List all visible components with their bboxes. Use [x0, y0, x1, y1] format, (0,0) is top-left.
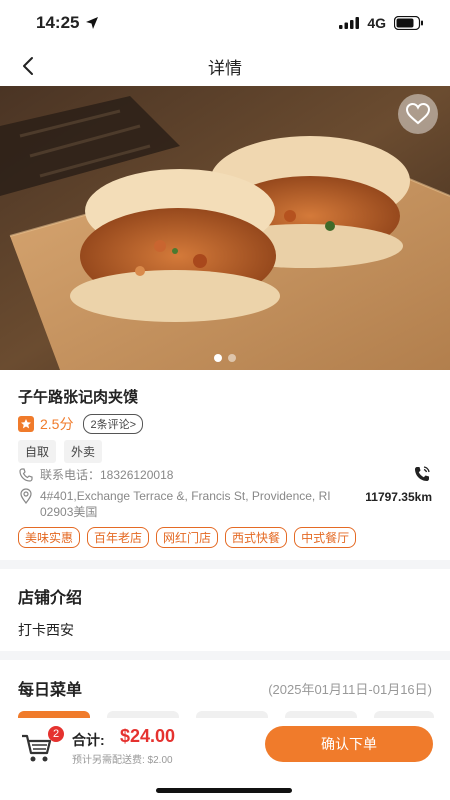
section-divider [0, 560, 450, 569]
status-time: 14:25 [36, 13, 80, 32]
address-text: 4#401,Exchange Terrace &, Francis St, Pr… [40, 489, 331, 519]
menu-date-range: (2025年01月11日-01月16日) [268, 682, 432, 697]
star-icon [18, 416, 34, 432]
carousel-dot [228, 354, 236, 362]
rating-row: 2.5分 2条评论> [18, 414, 144, 434]
carousel-dot [214, 354, 222, 362]
phone-text: 联系电话：18326120018 [40, 468, 174, 482]
intro-title: 店铺介绍 [18, 590, 83, 607]
status-indicators: 4G [339, 15, 424, 31]
location-pin-icon [20, 488, 32, 504]
shop-tag: 美味实惠 [18, 527, 81, 548]
cart-button[interactable]: 2 [20, 726, 64, 764]
checkout-bar: 2 合计: $24.00 预计另需配送费: $2.00 确认下单 [0, 718, 450, 800]
battery-icon [394, 16, 423, 30]
signal-icon [339, 17, 360, 29]
carousel-indicator [0, 354, 450, 362]
shop-name: 子午路张记肉夹馍 [18, 389, 139, 406]
distance: 11797.35km [365, 490, 432, 504]
shop-info: 子午路张记肉夹馍 2.5分 2条评论> 自取 外卖 联系电话：183261200… [0, 370, 450, 560]
hero-carousel[interactable] [0, 86, 450, 370]
call-icon[interactable] [412, 464, 432, 484]
section-divider [0, 651, 450, 660]
favorite-button[interactable] [398, 94, 438, 134]
chevron-left-icon [23, 57, 33, 75]
shop-tag: 百年老店 [87, 527, 150, 548]
heart-icon [405, 102, 431, 125]
confirm-order-button[interactable]: 确认下单 [265, 726, 433, 762]
delivery-fee-note: 预计另需配送费: $2.00 [72, 755, 173, 766]
phone-icon [19, 467, 33, 482]
status-bar: 14:25 4G [0, 0, 450, 46]
back-button[interactable] [14, 52, 42, 80]
food-photo [0, 86, 450, 370]
shop-tag: 中式餐厅 [294, 527, 357, 548]
location-arrow-icon [86, 17, 99, 29]
shop-tag: 西式快餐 [225, 527, 288, 548]
service-tag-delivery: 外卖 [64, 440, 103, 463]
total-amount: $24.00 [120, 726, 176, 746]
cart-count-badge: 2 [48, 726, 64, 742]
page-title: 详情 [208, 58, 242, 78]
intro-text: 打卡西安 [18, 622, 74, 638]
network-label: 4G [367, 15, 386, 31]
service-tag-pickup: 自取 [18, 440, 57, 463]
service-options: 自取 外卖 [18, 440, 103, 463]
reviews-link[interactable]: 2条评论> [83, 414, 144, 434]
shop-tag: 网红门店 [156, 527, 219, 548]
nav-bar: 详情 [0, 46, 450, 86]
rating-value: 2.5分 [40, 416, 74, 432]
menu-title: 每日菜单 [18, 682, 83, 699]
home-indicator [156, 788, 292, 793]
shop-tags: 美味实惠 百年老店 网红门店 西式快餐 中式餐厅 [18, 527, 357, 548]
total-label: 合计: [72, 732, 105, 748]
status-time-group: 14:25 [36, 13, 99, 33]
phone-row: 联系电话：18326120018 [18, 466, 432, 483]
